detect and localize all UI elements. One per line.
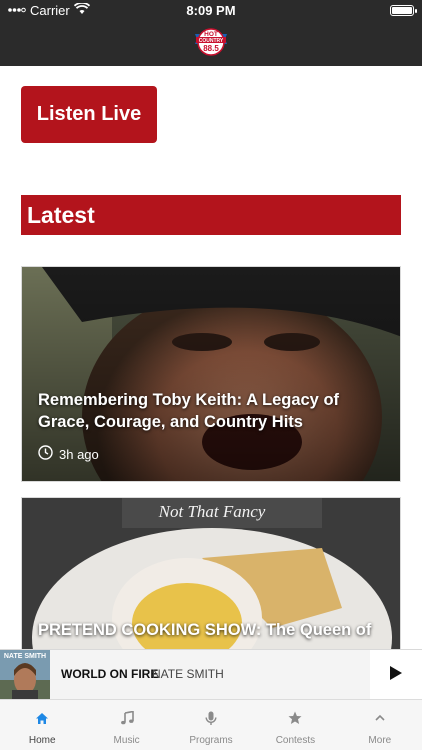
- battery-icon: [390, 5, 417, 16]
- tab-home[interactable]: Home: [0, 700, 84, 750]
- tab-programs[interactable]: Programs: [169, 700, 253, 750]
- article-card[interactable]: Not That Fancy PRETEND COOKING SHOW: The…: [21, 497, 401, 650]
- home-icon: [35, 710, 49, 726]
- tab-bar: Home Music Programs Contests More: [0, 699, 422, 750]
- app-header: Carrier 8:09 PM HOT COUNTRY 88.5: [0, 0, 422, 66]
- tab-label: Contests: [275, 735, 316, 746]
- star-icon: [288, 710, 302, 726]
- album-art: NATE SMITH: [0, 650, 50, 700]
- article-title[interactable]: PRETEND COOKING SHOW: The Queen of: [38, 619, 386, 641]
- tab-music[interactable]: Music: [84, 700, 168, 750]
- svg-text:COUNTRY: COUNTRY: [199, 38, 224, 44]
- song-title: WORLD ON FIRE: [61, 667, 159, 681]
- article-title[interactable]: Remembering Toby Keith: A Legacy of Grac…: [38, 389, 386, 433]
- svg-text:Not That Fancy: Not That Fancy: [158, 502, 266, 521]
- article-card[interactable]: Remembering Toby Keith: A Legacy of Grac…: [21, 266, 401, 482]
- music-note-icon: [120, 710, 134, 726]
- play-icon: [389, 665, 403, 686]
- tab-more[interactable]: More: [338, 700, 422, 750]
- status-bar: Carrier 8:09 PM: [0, 0, 422, 22]
- station-logo[interactable]: HOT COUNTRY 88.5: [192, 26, 230, 58]
- svg-text:88.5: 88.5: [203, 44, 219, 53]
- tab-label: Music: [113, 735, 140, 746]
- tab-label: Programs: [189, 735, 233, 746]
- listen-live-button[interactable]: Listen Live: [21, 86, 157, 143]
- play-button[interactable]: [370, 650, 422, 700]
- now-playing-bar[interactable]: NATE SMITH WORLD ON FIRE NATE SMITH: [0, 649, 422, 700]
- latest-section-heading: Latest: [21, 195, 401, 235]
- clock: 8:09 PM: [186, 3, 236, 18]
- chevron-up-icon: [374, 710, 386, 726]
- microphone-icon: [205, 710, 217, 726]
- tab-label: Home: [28, 735, 56, 746]
- svg-text:NATE SMITH: NATE SMITH: [4, 653, 46, 660]
- artist-name: NATE SMITH: [152, 667, 224, 681]
- tab-label: More: [368, 735, 392, 746]
- article-timestamp: 3h ago: [59, 446, 99, 462]
- tab-contests[interactable]: Contests: [253, 700, 337, 750]
- clock-icon: [38, 445, 53, 463]
